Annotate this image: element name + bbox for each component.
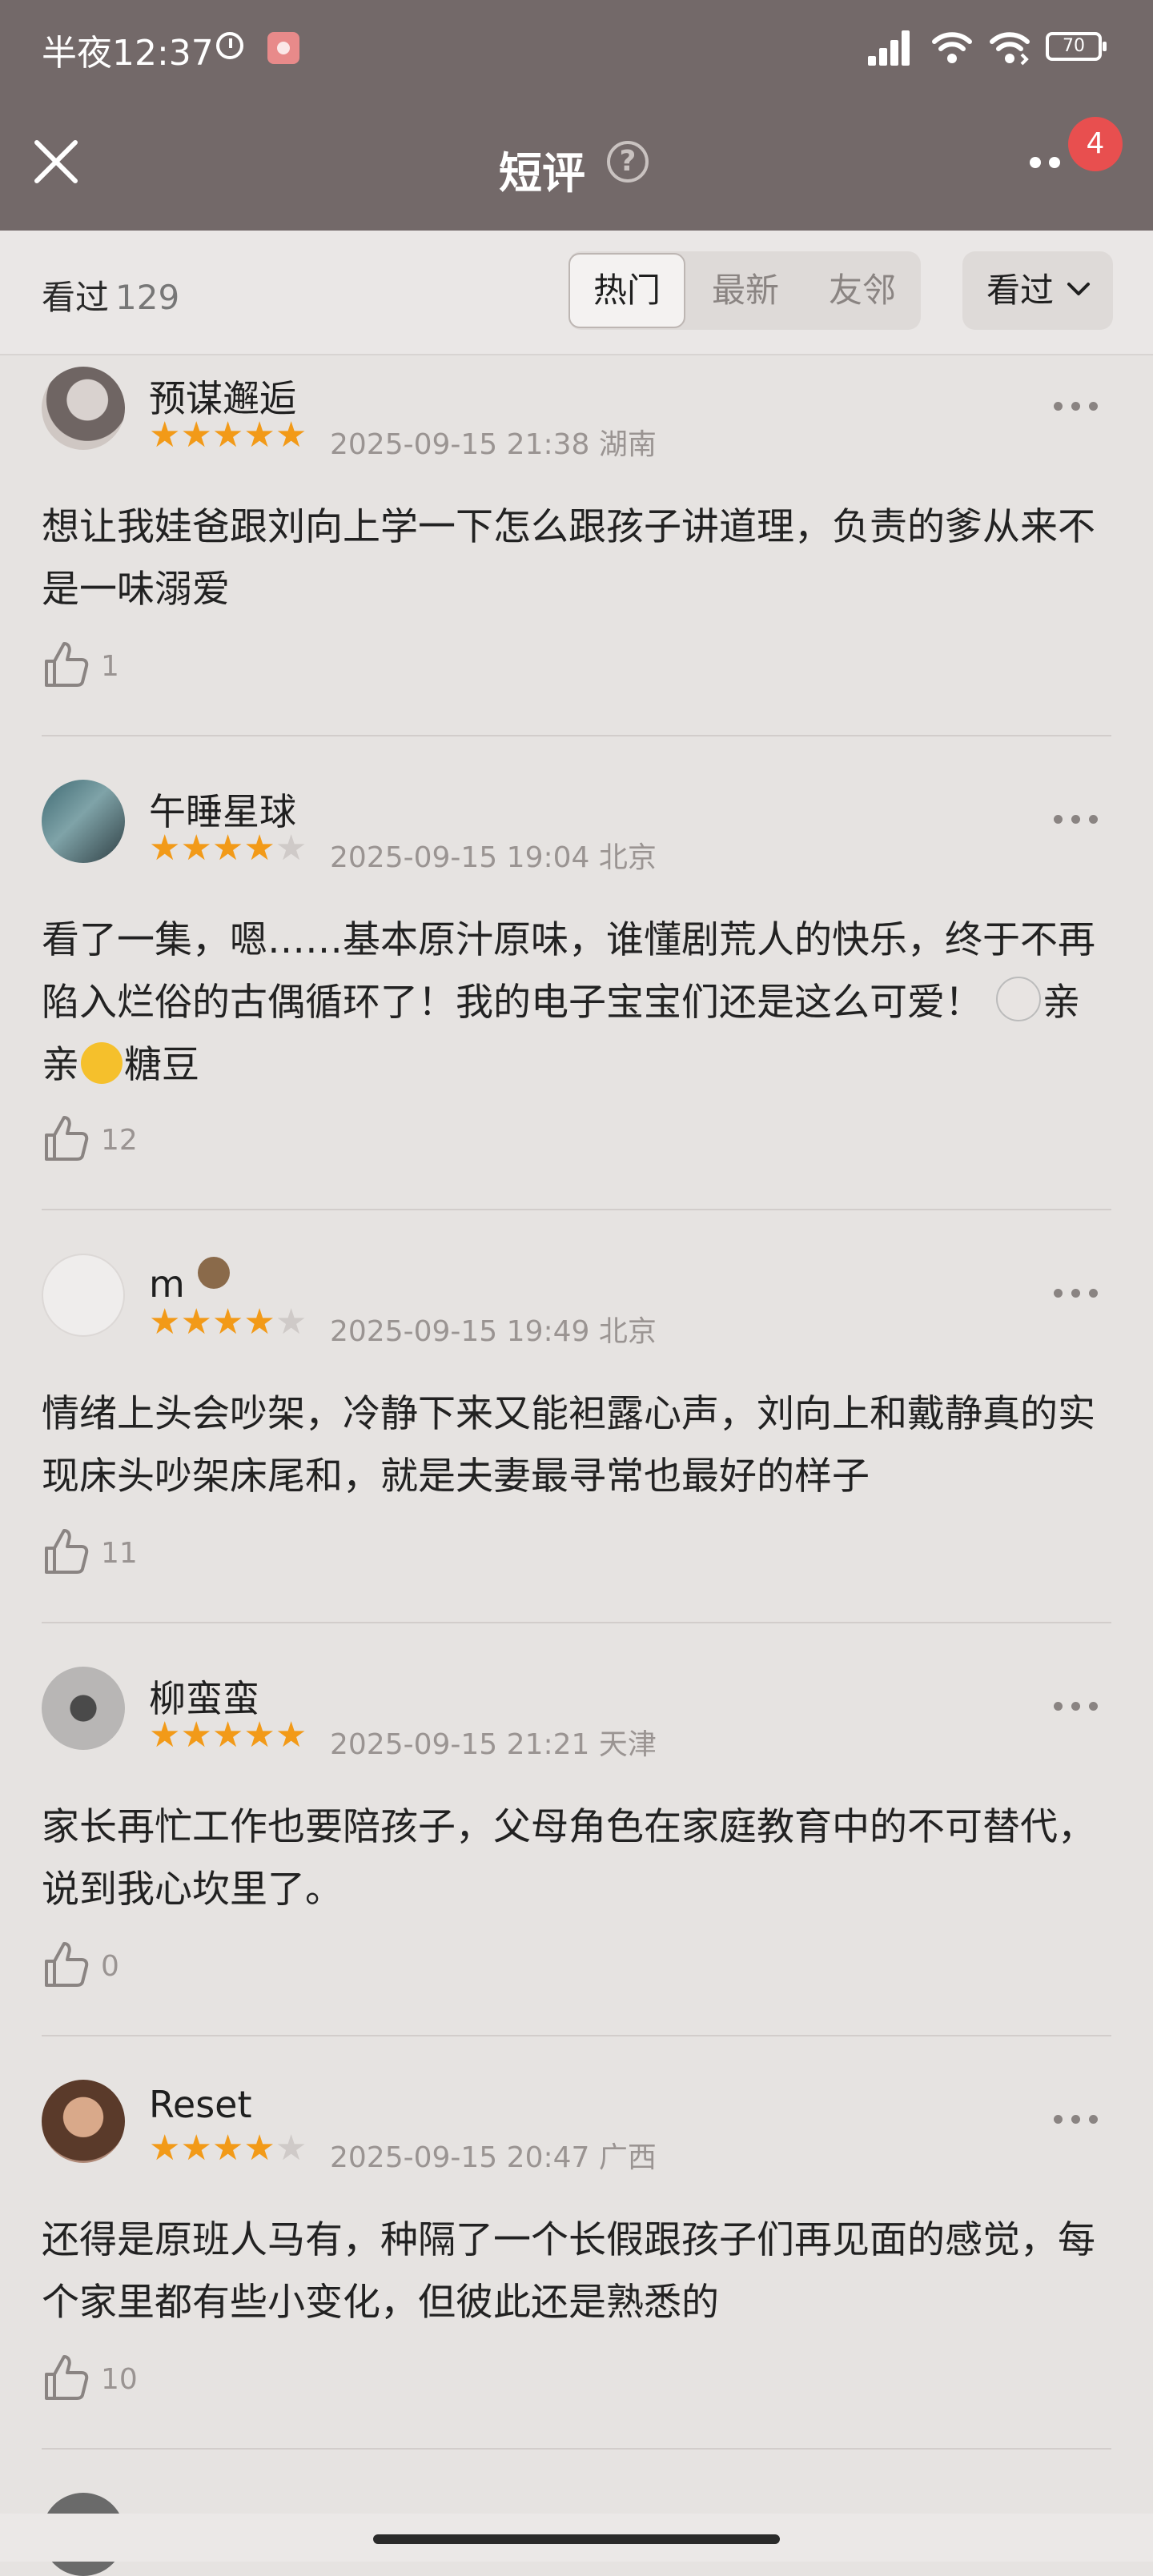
avatar[interactable] [42,367,125,450]
seen-count: 129 [115,278,180,317]
star-empty-icon: ★ [275,2128,307,2169]
seen-count-label: 看过 129 [42,278,180,317]
star-empty-icon: ★ [275,828,307,869]
divider [42,2035,1111,2036]
more-options-icon[interactable] [1054,1289,1102,1305]
more-options-icon[interactable] [1054,815,1102,831]
divider [42,2448,1111,2450]
rating-stars: ★★★★★ [149,2128,307,2169]
status-time: 半夜12:37 [42,33,214,74]
star-filled-icon: ★ [211,1715,244,1755]
review-meta: 2025-09-15 21:38 湖南 [330,428,657,461]
star-filled-icon: ★ [180,2128,212,2169]
filter-bar: 看过 129 热门 最新 友邻 看过 [0,231,1153,355]
star-filled-icon: ★ [180,1302,212,1342]
divider [42,1622,1111,1623]
like-count: 1 [101,650,119,683]
rabbit-emoji-icon [995,977,1041,1021]
review-text: 家长再忙工作也要陪孩子，父母角色在家庭教育中的不可替代，说到我心坎里了。 [42,1805,1095,1912]
like-count: 12 [101,1124,138,1157]
star-filled-icon: ★ [149,1302,181,1342]
top-nav: 短评 ? 4 [0,99,1153,231]
rating-stars: ★★★★★ [149,1302,307,1342]
star-filled-icon: ★ [275,415,307,455]
kiss-emoji-icon [81,1042,123,1084]
star-filled-icon: ★ [180,415,212,455]
thumbs-up-icon [45,1942,89,1987]
tab-latest[interactable]: 最新 [687,251,804,330]
star-filled-icon: ★ [211,2128,244,2169]
review-text: 情绪上头会吵架，冷静下来又能袒露心声，刘向上和戴静真的实现床头吵架床尾和，就是夫… [42,1392,1095,1499]
star-filled-icon: ★ [180,1715,212,1755]
home-indicator[interactable] [373,2534,780,2544]
avatar[interactable] [42,1667,125,1750]
review-text: 还得是原班人马有，种隔了一个长假跟孩子们再见面的感觉，每个家里都有些小变化，但彼… [42,2218,1095,2325]
review-text: 想让我娃爸跟刘向上学一下怎么跟孩子讲道理，负责的爹从来不是一味溺爱 [42,505,1095,612]
badge-icon [198,1257,231,1289]
page-title: 短评 [499,148,585,199]
signal-icon [868,30,910,66]
like-count: 10 [101,2363,138,2396]
star-filled-icon: ★ [211,415,244,455]
thumbs-up-icon [45,1116,89,1161]
star-filled-icon: ★ [243,1302,275,1342]
star-filled-icon: ★ [211,1302,244,1342]
star-empty-icon: ★ [275,1302,307,1342]
tab-friends[interactable]: 友邻 [804,251,921,330]
more-options-icon[interactable] [1030,157,1078,173]
notification-badge[interactable]: 4 [1068,117,1123,171]
rating-stars: ★★★★★ [149,415,307,455]
star-filled-icon: ★ [149,1715,181,1755]
star-filled-icon: ★ [149,2128,181,2169]
help-icon[interactable]: ? [607,141,649,183]
rating-stars: ★★★★★ [149,1715,307,1755]
star-filled-icon: ★ [275,1715,307,1755]
like-count: 11 [101,1537,138,1570]
review-text: 看了一集，嗯……基本原汁原味，谁懂剧荒人的快乐，终于不再陷入烂俗的古偶循环了！我… [42,918,1095,1087]
more-options-icon[interactable] [1054,402,1102,418]
thumbs-up-icon [45,1529,89,1574]
like-count: 0 [101,1950,119,1983]
divider [42,735,1111,736]
star-filled-icon: ★ [243,828,275,869]
screen-record-icon [267,32,299,64]
avatar[interactable] [42,2080,125,2163]
thumbs-up-icon [45,2355,89,2400]
star-filled-icon: ★ [243,1715,275,1755]
wifi-calling-icon [990,32,1030,66]
thumbs-up-icon [45,642,89,687]
star-filled-icon: ★ [149,415,181,455]
review-meta: 2025-09-15 19:49 北京 [330,1315,657,1348]
battery-icon: 70 [1046,32,1107,61]
star-filled-icon: ★ [149,828,181,869]
review-meta: 2025-09-15 21:21 天津 [330,1728,657,1761]
review-meta: 2025-09-15 20:47 广西 [330,2141,657,2174]
chevron-down-icon [1067,283,1090,295]
username[interactable]: Reset [149,2083,252,2126]
more-options-icon[interactable] [1054,2115,1102,2131]
avatar[interactable] [42,780,125,863]
star-filled-icon: ★ [243,415,275,455]
tab-hot[interactable]: 热门 [568,253,685,328]
star-filled-icon: ★ [180,828,212,869]
star-filled-icon: ★ [211,828,244,869]
seen-filter-dropdown[interactable]: 看过 [962,251,1113,330]
star-filled-icon: ★ [243,2128,275,2169]
divider [42,1209,1111,1210]
sort-tabs: 热门 最新 友邻 [568,251,921,330]
wifi-icon [932,32,972,63]
status-bar: 半夜12:37 70 [0,0,1153,99]
review-meta: 2025-09-15 19:04 北京 [330,841,657,874]
alarm-icon [216,32,243,59]
avatar[interactable] [42,1254,125,1337]
more-options-icon[interactable] [1054,1702,1102,1718]
rating-stars: ★★★★★ [149,828,307,869]
username[interactable]: m [149,1257,231,1306]
